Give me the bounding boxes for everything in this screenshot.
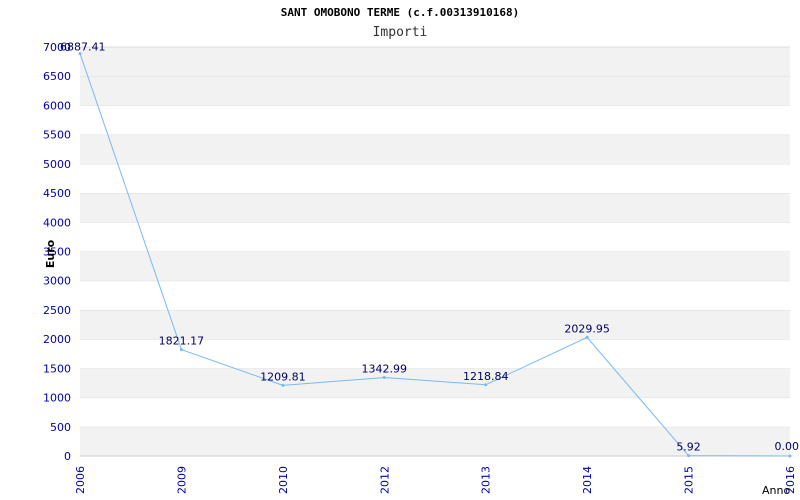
data-point (179, 348, 183, 352)
y-tick-label: 0 (64, 450, 71, 463)
x-axis-ticks: 2006 2009 2010 2012 2013 2014 2015 2016 (74, 466, 797, 494)
x-tick-label: 2013 (480, 466, 493, 494)
grid-band (80, 397, 790, 427)
y-tick-label: 3000 (43, 275, 71, 288)
x-axis-label: Anno (762, 484, 790, 497)
grid-band (80, 134, 790, 164)
data-point (788, 454, 792, 458)
x-tick-label: 2015 (683, 466, 696, 494)
y-tick-label: 6000 (43, 99, 71, 112)
data-label: 0.00 (775, 440, 800, 453)
y-tick-label: 1000 (43, 392, 71, 405)
x-tick-label: 2010 (277, 466, 290, 494)
data-label: 1821.17 (159, 335, 205, 348)
y-axis-label: Euro (44, 239, 57, 268)
grid-band (80, 368, 790, 398)
grid-band (80, 76, 790, 106)
grid-band (80, 193, 790, 223)
x-tick-label: 2012 (378, 466, 391, 494)
data-label: 6887.41 (60, 41, 106, 54)
y-tick-label: 4500 (43, 187, 71, 200)
data-label: 1342.99 (362, 363, 408, 376)
x-tick-label: 2006 (74, 466, 87, 494)
grid-band (80, 251, 790, 281)
y-tick-label: 1500 (43, 362, 71, 375)
y-tick-label: 6500 (43, 70, 71, 83)
y-tick-label: 4000 (43, 216, 71, 229)
x-tick-label: 2014 (581, 466, 594, 494)
data-point (585, 335, 589, 339)
line-chart: 0500100015002000250030003500400045005000… (43, 41, 800, 497)
grid-band (80, 280, 790, 310)
x-tick-label: 2009 (175, 466, 188, 494)
y-tick-label: 5500 (43, 129, 71, 142)
data-point (484, 383, 488, 387)
grid-band (80, 222, 790, 252)
y-tick-label: 2500 (43, 304, 71, 317)
data-point (687, 454, 691, 458)
data-label: 5.92 (676, 441, 701, 454)
data-label: 2029.95 (564, 322, 610, 335)
grid-band (80, 47, 790, 77)
y-tick-label: 500 (50, 421, 71, 434)
y-tick-label: 5000 (43, 158, 71, 171)
data-label: 1209.81 (260, 370, 306, 383)
data-point (382, 376, 386, 380)
data-label: 1218.84 (463, 370, 509, 383)
grid-band (80, 105, 790, 135)
grid-band (80, 163, 790, 194)
y-tick-label: 2000 (43, 333, 71, 346)
data-point (281, 383, 285, 387)
grid-bands (80, 46, 790, 456)
